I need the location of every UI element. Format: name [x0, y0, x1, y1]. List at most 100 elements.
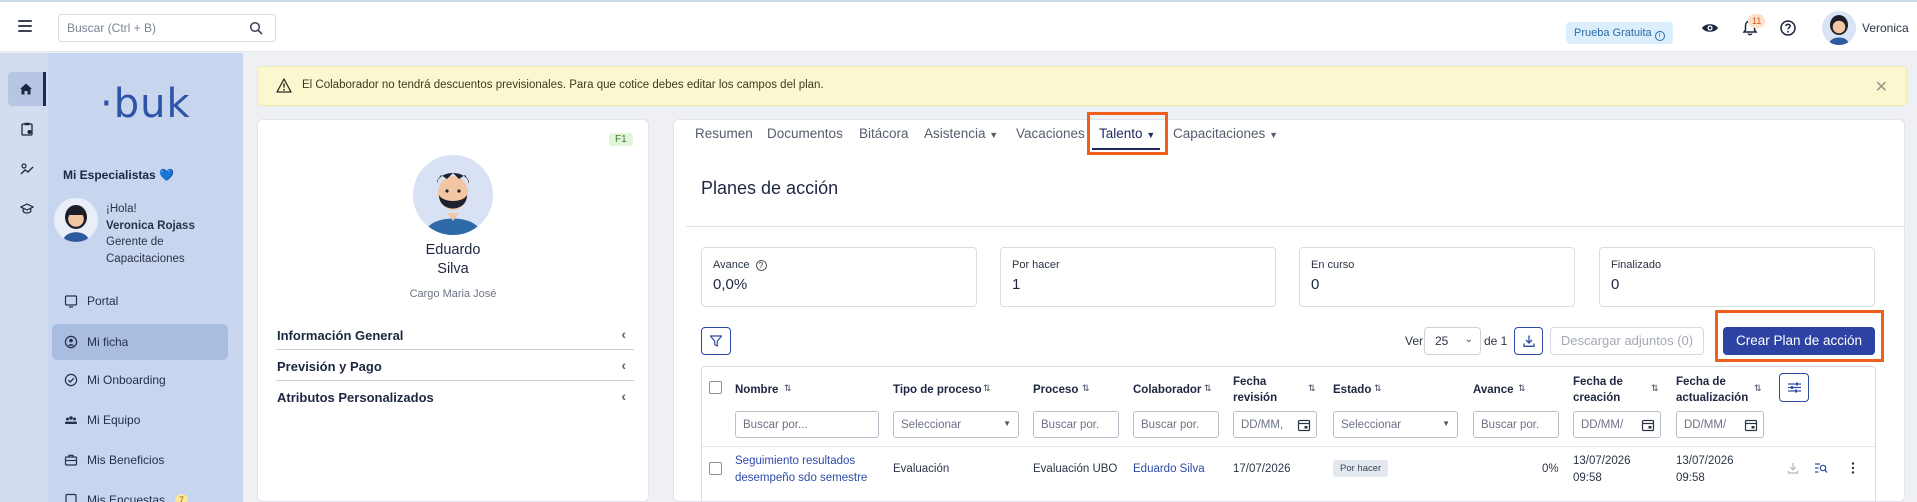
filter-tipo-select[interactable]: Seleccionar ▼	[893, 411, 1019, 438]
download-attachments-button[interactable]: Descargar adjuntos (0)	[1550, 327, 1704, 355]
help-icon[interactable]	[1778, 18, 1798, 38]
filter-revision-date[interactable]: DD/MM,	[1233, 411, 1317, 438]
team-icon	[65, 416, 77, 424]
sidebar-item-label: Mi Equipo	[87, 413, 141, 427]
sort-icon[interactable]: ⇅	[1518, 383, 1526, 394]
rail-home[interactable]	[8, 72, 46, 106]
rail-education[interactable]	[8, 192, 46, 226]
page-size-select[interactable]: 25 ⌄	[1424, 327, 1481, 355]
filter-nombre-input[interactable]: Buscar por...	[735, 411, 879, 438]
accordion-informacion-general[interactable]: Información General ‹	[276, 320, 634, 350]
date-placeholder: DD/MM,	[1241, 419, 1284, 431]
sort-icon[interactable]: ⇅	[784, 383, 792, 394]
header-fecha-creacion[interactable]: Fecha de creación	[1573, 374, 1623, 406]
menu-icon[interactable]	[18, 20, 32, 32]
header-colaborador[interactable]: Colaborador	[1133, 382, 1201, 398]
stat-avance: Avance? 0,0%	[701, 247, 977, 307]
page-count-label: de 1	[1484, 334, 1508, 348]
tab-capacitaciones[interactable]: Capacitaciones ▼	[1173, 126, 1278, 141]
search-box[interactable]	[58, 14, 276, 42]
sidebar-item-mi-ficha[interactable]: Mi ficha	[52, 324, 228, 360]
filter-proceso-input[interactable]: Buscar por.	[1033, 411, 1119, 438]
sidebar-item-portal[interactable]: Portal	[52, 283, 228, 319]
clipboard-icon	[21, 122, 33, 136]
sort-icon[interactable]: ⇅	[1204, 383, 1212, 394]
sort-icon[interactable]: ⇅	[1308, 383, 1316, 394]
sort-icon[interactable]: ⇅	[1374, 383, 1382, 394]
tab-resumen[interactable]: Resumen	[695, 126, 753, 141]
tab-vacaciones[interactable]: Vacaciones	[1016, 126, 1085, 141]
calendar-icon[interactable]	[1744, 418, 1758, 432]
filter-button[interactable]	[701, 327, 731, 355]
sort-icon[interactable]: ⇅	[1754, 383, 1762, 394]
header-label-line: creación	[1573, 392, 1621, 404]
header-fecha-revision[interactable]: Fecha revisión	[1233, 374, 1277, 406]
filter-actualizacion-date[interactable]: DD/MM/	[1676, 411, 1764, 438]
close-icon[interactable]: ✕	[1875, 77, 1888, 97]
accordion-prevision-pago[interactable]: Previsión y Pago ‹	[276, 351, 634, 381]
header-label-line: Fecha de	[1676, 376, 1726, 388]
column-settings-button[interactable]	[1779, 373, 1809, 402]
calendar-icon[interactable]	[1297, 418, 1311, 432]
trial-badge[interactable]: Prueba Gratuita i	[1566, 22, 1673, 44]
accordion-label: Atributos Personalizados	[277, 390, 434, 405]
sidebar-item-encuestas[interactable]: Mis Encuestas 7	[52, 482, 228, 502]
more-options-icon[interactable]	[1846, 461, 1860, 475]
header-proceso[interactable]: Proceso	[1033, 382, 1078, 398]
sidebar-user-avatar	[54, 198, 98, 242]
warning-alert: El Colaborador no tendrá descuentos prev…	[257, 66, 1907, 106]
view-details-icon[interactable]	[1814, 461, 1828, 475]
cell-fecha-revision: 17/07/2026	[1233, 463, 1291, 475]
sort-icon[interactable]: ⇅	[1651, 383, 1659, 394]
row-checkbox[interactable]	[709, 462, 722, 475]
sidebar-greeting: ¡Hola! Veronica Rojass Gerente de Capaci…	[106, 201, 195, 267]
filter-creacion-date[interactable]: DD/MM/	[1573, 411, 1661, 438]
header-fecha-actualizacion[interactable]: Fecha de actualización	[1676, 374, 1748, 406]
sort-icon[interactable]: ⇅	[1082, 383, 1090, 394]
caret-down-icon: ▼	[1269, 130, 1278, 140]
header-estado[interactable]: Estado	[1333, 382, 1371, 398]
header-label: Proceso	[1033, 384, 1079, 396]
tab-label: Capacitaciones	[1173, 126, 1266, 141]
sort-icon[interactable]: ⇅	[983, 383, 991, 394]
specialists-link[interactable]: Mi Especialistas 💙	[63, 168, 174, 182]
rail-clipboard[interactable]	[8, 112, 46, 146]
help-icon[interactable]: ?	[755, 260, 767, 271]
tab-bitacora[interactable]: Bitácora	[859, 126, 909, 141]
download-icon	[1522, 335, 1535, 347]
eye-icon[interactable]	[1700, 18, 1720, 38]
cell-colaborador-link[interactable]: Eduardo Silva	[1133, 461, 1205, 478]
sidebar-item-beneficios[interactable]: Mis Beneficios	[52, 442, 228, 478]
filter-estado-select[interactable]: Seleccionar ▼	[1333, 411, 1458, 438]
export-button[interactable]	[1514, 327, 1543, 355]
caret-down-icon: ▼	[1442, 419, 1450, 428]
calendar-icon[interactable]	[1641, 418, 1655, 432]
sidebar-user-name: Veronica Rojass	[106, 219, 195, 232]
sidebar-item-mi-equipo[interactable]: Mi Equipo	[52, 402, 228, 438]
select-all-checkbox[interactable]	[709, 381, 722, 394]
accordion-atributos[interactable]: Atributos Personalizados ‹	[276, 382, 634, 412]
sidebar-item-onboarding[interactable]: Mi Onboarding	[52, 362, 228, 398]
buk-logo[interactable]: ·buk	[100, 81, 191, 127]
user-avatar[interactable]	[1822, 11, 1856, 45]
rail-people[interactable]	[8, 152, 46, 186]
header-avance[interactable]: Avance	[1473, 382, 1514, 398]
download-icon[interactable]	[1786, 461, 1800, 475]
stat-por-hacer: Por hacer 1	[1000, 247, 1276, 307]
tab-documentos[interactable]: Documentos	[767, 126, 843, 141]
filter-avance-input[interactable]: Buscar por.	[1473, 411, 1559, 438]
header-tipo-proceso[interactable]: Tipo de proceso	[893, 382, 982, 398]
date-placeholder: DD/MM/	[1684, 419, 1727, 431]
cell-tipo: Evaluación	[893, 463, 950, 475]
plan-name-link[interactable]: Seguimiento resultados desempeño sdo sem…	[735, 453, 867, 486]
filter-colaborador-input[interactable]: Buscar por.	[1133, 411, 1219, 438]
info-icon: i	[1654, 31, 1665, 41]
people-chart-icon	[20, 163, 34, 175]
user-name[interactable]: Veronica	[1862, 21, 1909, 35]
tab-asistencia[interactable]: Asistencia ▼	[924, 126, 998, 141]
header-nombre[interactable]: Nombre	[735, 382, 778, 398]
search-input[interactable]	[59, 15, 239, 41]
page-size-label: Ver	[1405, 334, 1424, 348]
search-icon[interactable]	[249, 21, 263, 35]
chevron-down-icon: ⌄	[1464, 334, 1473, 345]
